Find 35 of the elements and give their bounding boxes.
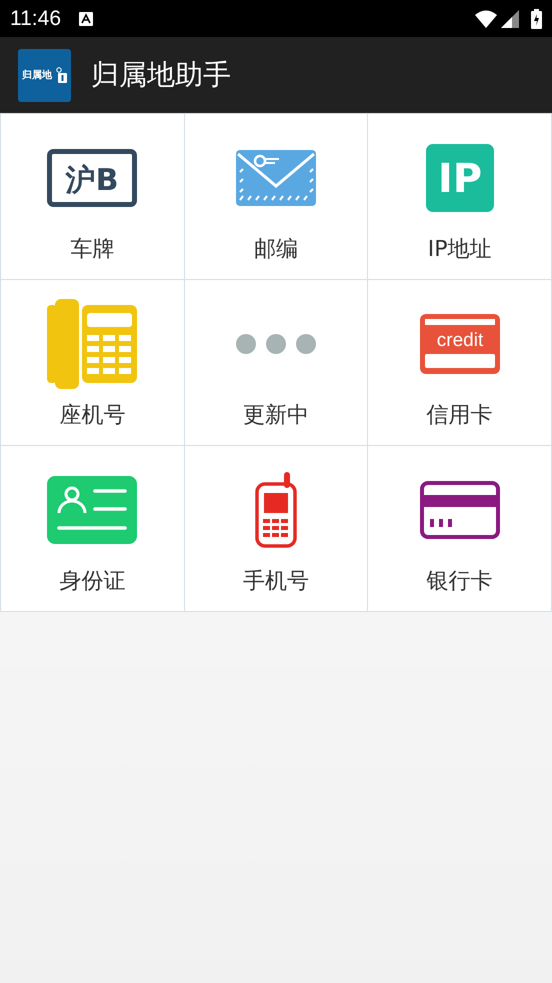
plate-text: 沪B — [66, 163, 119, 198]
notification-icon — [79, 12, 93, 26]
tile-label: 信用卡 — [426, 402, 493, 430]
tile-label: 车牌 — [70, 236, 114, 264]
feature-tile[interactable]: IP IP地址 — [368, 114, 551, 279]
feature-tile[interactable]: 手机号 — [184, 446, 368, 611]
app-title: 归属地助手 — [91, 57, 231, 93]
tile-label: 手机号 — [242, 568, 309, 596]
search-card-icon — [55, 67, 67, 83]
feature-tile[interactable]: 身份证 — [1, 446, 184, 611]
tile-label: 座机号 — [59, 402, 126, 430]
feature-tile[interactable]: 更新中 — [184, 280, 368, 445]
signal-icon — [501, 10, 519, 28]
loading-dots-icon — [236, 334, 316, 354]
logo-text: 归属地 — [22, 68, 52, 82]
feature-tile[interactable]: 银行卡 — [368, 446, 551, 611]
tile-label: 邮编 — [254, 236, 298, 264]
ip-text: IP — [438, 156, 482, 202]
battery-charging-icon — [531, 8, 542, 28]
envelope-icon — [236, 150, 316, 206]
clock-time: 11:46 — [10, 6, 61, 30]
tile-label: 银行卡 — [426, 568, 493, 596]
feature-tile[interactable]: 邮编 — [184, 114, 368, 279]
bank-card-icon — [420, 481, 500, 539]
feature-tile[interactable]: credit 信用卡 — [368, 280, 551, 445]
desk-phone-icon — [47, 299, 138, 389]
tile-label: IP地址 — [428, 236, 492, 264]
feature-tile[interactable]: 座机号 — [1, 280, 184, 445]
credit-text: credit — [436, 330, 483, 351]
tile-label: 更新中 — [242, 402, 309, 430]
tile-label: 身份证 — [59, 568, 126, 596]
feature-tile[interactable]: 沪B 车牌 — [1, 114, 184, 279]
wifi-icon — [475, 10, 497, 28]
mobile-phone-icon — [254, 471, 298, 549]
id-card-icon — [47, 476, 138, 544]
